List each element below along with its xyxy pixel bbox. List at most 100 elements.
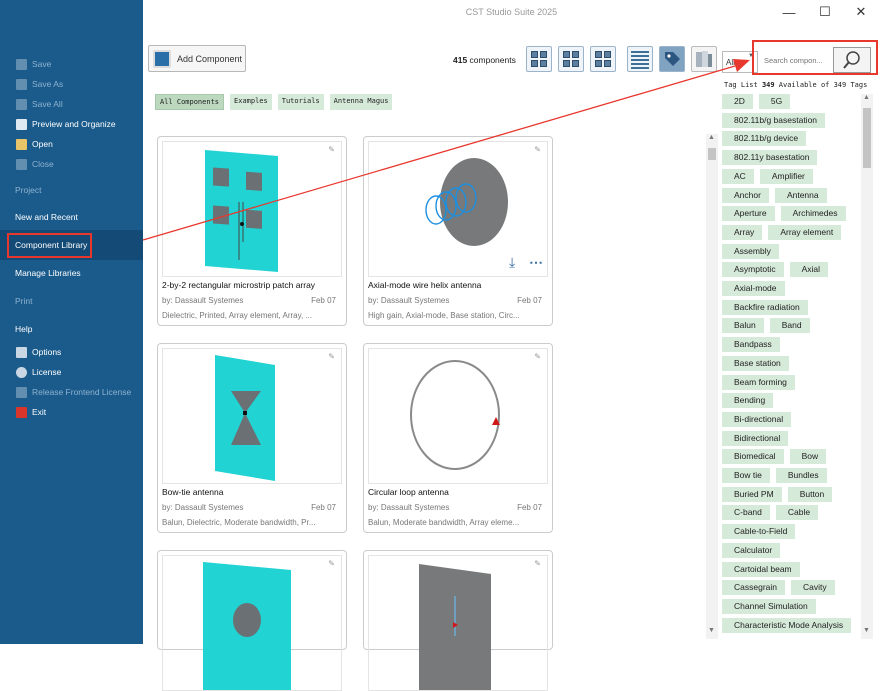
tag-icon[interactable] [659, 46, 685, 72]
tag-row: Cable-to-Field [722, 524, 796, 540]
scroll-down-icon[interactable]: ▼ [863, 627, 870, 634]
tag-chip[interactable]: Calculator [722, 542, 781, 558]
minimize-button[interactable]: — [777, 4, 801, 20]
large-grid-view-icon[interactable] [526, 46, 552, 72]
tag-chip[interactable]: Aperture [722, 206, 775, 222]
sidebar-item-save-all[interactable]: Save All [16, 97, 63, 111]
network-view-icon[interactable] [558, 46, 584, 72]
sidebar-item-manage-libraries[interactable]: Manage Libraries [15, 268, 81, 278]
add-component-button[interactable]: Add Component [148, 45, 246, 72]
tag-chip[interactable]: Bow tie [722, 468, 770, 483]
tag-chip[interactable]: Amplifier [759, 168, 813, 184]
tag-chip[interactable]: 5G [758, 94, 791, 109]
tag-chip[interactable]: Bow [789, 449, 827, 465]
tab-tutorials[interactable]: Tutorials [277, 94, 324, 110]
main-scrollbar[interactable]: ▲ ▼ [706, 134, 718, 639]
tag-row: Bi-directional [722, 411, 792, 427]
attachment-icon: ✎ [328, 559, 335, 568]
tag-chip[interactable]: Assembly [722, 243, 779, 259]
sidebar-item-release-license[interactable]: Release Frontend License [16, 385, 131, 399]
component-card[interactable]: ✎ Bow-tie antenna by: Dassault Systemes … [157, 343, 347, 533]
tag-chip[interactable]: C-band [722, 505, 770, 521]
tag-chip[interactable]: Asymptotic [722, 262, 784, 278]
tag-chip[interactable]: Biomedical [722, 449, 784, 465]
tag-chip[interactable]: Button [787, 486, 833, 502]
tag-chip[interactable]: Anchor [722, 187, 769, 203]
attachment-icon: ✎ [534, 352, 541, 361]
sidebar-item-new-recent[interactable]: New and Recent [15, 212, 78, 222]
list-view-icon[interactable] [627, 46, 653, 72]
tag-chip[interactable]: Characteristic Mode Analysis [722, 617, 852, 633]
sidebar-item-save-as[interactable]: Save As [16, 77, 63, 91]
tag-chip[interactable]: Base station [722, 355, 789, 371]
search-input[interactable] [760, 48, 830, 72]
sidebar-item-options[interactable]: Options [16, 345, 61, 359]
tag-chip[interactable]: Backfire radiation [722, 299, 808, 315]
component-card[interactable]: ✎ Circular loop antenna by: Dassault Sys… [363, 343, 553, 533]
maximize-button[interactable]: ☐ [813, 4, 837, 20]
tag-chip[interactable]: Array [722, 224, 763, 240]
download-icon[interactable]: ⤓ [509, 254, 515, 271]
tag-chip[interactable]: 802.11y basestation [722, 150, 818, 166]
search-button[interactable] [833, 47, 871, 73]
tag-chip[interactable]: Bidirectional [722, 430, 789, 446]
tag-chip[interactable]: Bending [722, 393, 774, 409]
tag-chip[interactable]: 802.11b/g device [722, 131, 807, 147]
component-card[interactable]: ✎ ⤓ ⋯ Axial-mode wire helix antenna by: … [363, 136, 553, 326]
tag-chip[interactable]: Array element [768, 224, 842, 240]
card-author: by: Dassault Systemes [162, 503, 244, 512]
tag-row: Axial-mode [722, 281, 785, 296]
download-view-icon[interactable] [590, 46, 616, 72]
card-author: by: Dassault Systemes [162, 296, 244, 305]
tag-chip[interactable]: Archimedes [780, 206, 846, 222]
tag-chip[interactable]: Cavity [791, 580, 835, 596]
card-date: Feb 07 [311, 503, 336, 512]
component-card[interactable]: ✎ [157, 550, 347, 691]
tag-chip[interactable]: Bandpass [722, 337, 780, 353]
tab-examples[interactable]: Examples [230, 94, 272, 110]
tag-chip[interactable]: 802.11b/g basestation [722, 112, 826, 128]
scroll-up-icon[interactable]: ▲ [863, 94, 870, 101]
library-book-icon[interactable] [691, 46, 717, 72]
tag-chip[interactable]: Antenna [774, 187, 827, 203]
card-tags: Dielectric, Printed, Array element, Arra… [162, 311, 313, 320]
component-card[interactable]: ✎ [363, 550, 553, 691]
sidebar-item-save[interactable]: Save [16, 57, 51, 71]
sidebar-item-print[interactable]: Print [15, 296, 32, 306]
component-card[interactable]: ✎ 2-by-2 rectangular microstrip patch ar… [157, 136, 347, 326]
tag-chip[interactable]: Cartoidal beam [722, 561, 800, 577]
tag-chip[interactable]: Channel Simulation [722, 598, 816, 614]
sidebar-item-close[interactable]: Close [16, 157, 54, 171]
tag-chip[interactable]: Balun [722, 318, 764, 334]
tag-scrollbar[interactable]: ▲ ▼ [861, 94, 873, 639]
tag-row: 802.11b/g basestation [722, 112, 826, 128]
sidebar-item-open[interactable]: Open [16, 137, 53, 151]
tab-antenna-magus[interactable]: Antenna Magus [329, 94, 393, 110]
card-author: by: Dassault Systemes [368, 503, 450, 512]
scroll-thumb[interactable] [708, 148, 716, 160]
close-window-button[interactable]: ✕ [849, 4, 873, 20]
tag-chip[interactable]: Cable-to-Field [722, 524, 796, 540]
tag-chip[interactable]: Cable [775, 505, 819, 521]
tag-chip[interactable]: Axial [789, 262, 829, 278]
tag-chip[interactable]: Band [769, 318, 810, 334]
tag-chip[interactable]: Axial-mode [722, 281, 785, 296]
tag-chip[interactable]: 2D [722, 94, 753, 109]
tag-list-header: Tag List 349 Available of 349 Tags [724, 81, 868, 89]
sidebar-section-help[interactable]: Help [15, 324, 32, 334]
tag-chip[interactable]: Bundles [775, 468, 827, 483]
bow-tie-thumbnail: ✎ [162, 348, 342, 484]
more-options-icon[interactable]: ⋯ [529, 254, 543, 271]
tag-chip[interactable]: Bi-directional [722, 411, 792, 427]
tag-chip[interactable]: Cassegrain [722, 580, 785, 596]
scroll-up-icon[interactable]: ▲ [708, 134, 715, 141]
sidebar-item-exit[interactable]: Exit [16, 405, 46, 419]
tag-chip[interactable]: AC [722, 168, 754, 184]
tag-chip[interactable]: Beam forming [722, 374, 795, 390]
scroll-down-icon[interactable]: ▼ [708, 627, 715, 634]
tab-all-components[interactable]: All Components [155, 94, 225, 110]
sidebar-item-license[interactable]: License [16, 365, 61, 379]
sidebar-item-preview[interactable]: Preview and Organize [16, 117, 116, 131]
tag-chip[interactable]: Buried PM [722, 486, 782, 502]
scroll-thumb[interactable] [863, 108, 871, 168]
